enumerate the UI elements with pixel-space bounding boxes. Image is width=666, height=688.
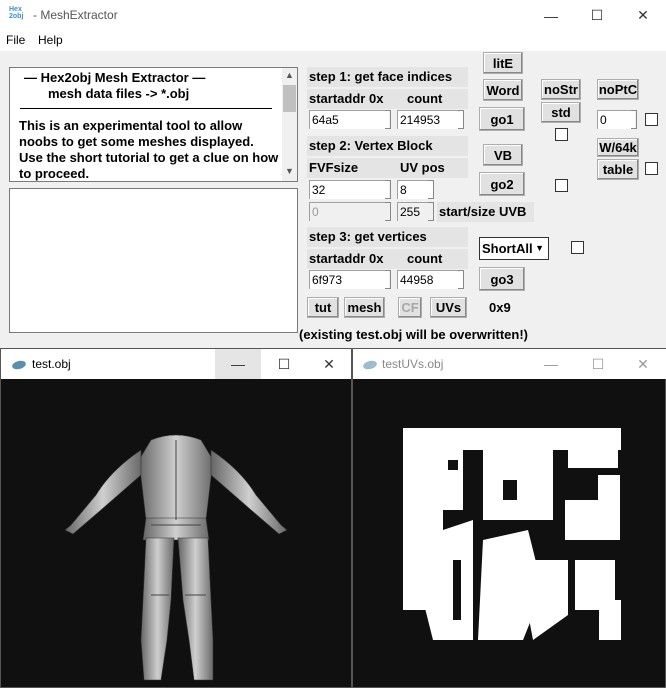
maximize-icon[interactable]: ☐	[574, 0, 620, 31]
minimize-icon[interactable]: —	[528, 349, 574, 379]
std-checkbox[interactable]	[555, 128, 568, 141]
mesh-extractor-window: Hex 2obj - MeshExtractor — ☐ ✕ File Help …	[0, 0, 666, 350]
menu-help[interactable]: Help	[38, 33, 63, 47]
close-icon[interactable]: ✕	[306, 349, 352, 379]
minimize-icon[interactable]: —	[215, 349, 261, 379]
test-uvs-title-bar: testUVs.obj — ☐ ✕	[353, 349, 666, 379]
field-edge	[385, 270, 391, 289]
app-icon	[11, 359, 27, 371]
uv-viewport[interactable]	[353, 380, 666, 688]
field-edge	[428, 202, 434, 221]
field-edge	[428, 180, 434, 199]
uvs-button[interactable]: UVs	[430, 297, 467, 318]
close-icon[interactable]: ✕	[620, 349, 666, 379]
cf-button[interactable]: CF	[398, 297, 422, 318]
table-checkbox[interactable]	[645, 162, 658, 175]
step1-label: step 1: get face indices	[307, 67, 468, 87]
step2-fvf-label: FVFsize UV pos	[307, 158, 468, 178]
table-button[interactable]: table	[597, 159, 639, 180]
nostr-button[interactable]: noStr	[541, 79, 581, 100]
right-checkbox-1[interactable]	[645, 113, 658, 126]
step1-addr-label: startaddr 0x count	[307, 89, 468, 109]
test-obj-window: test.obj — ☐ ✕	[0, 348, 352, 688]
output-textbox[interactable]	[9, 188, 298, 333]
uv-islands	[403, 428, 621, 640]
go2-button[interactable]: go2	[479, 172, 525, 196]
mesh-button[interactable]: mesh	[344, 297, 385, 318]
scroll-down-icon[interactable]: ▼	[285, 166, 294, 176]
std-button[interactable]: std	[541, 102, 581, 123]
test-uvs-window: testUVs.obj — ☐ ✕	[352, 348, 666, 688]
step3-label: step 3: get vertices	[307, 227, 468, 247]
info-subtitle: mesh data files -> *.obj	[48, 86, 190, 101]
window-title: test.obj	[32, 357, 71, 371]
minimize-icon[interactable]: —	[528, 0, 574, 31]
uvb-start-input[interactable]: 0	[309, 202, 389, 221]
field-edge	[458, 110, 464, 129]
info-textbox[interactable]: — Hex2obj Mesh Extractor — mesh data fil…	[9, 67, 298, 182]
field-edge	[631, 110, 637, 129]
field-edge	[385, 180, 391, 199]
overwrite-warning: (existing test.obj will be overwritten!)	[299, 327, 528, 342]
step3-startaddr-input[interactable]: 6f973	[309, 270, 389, 289]
divider	[20, 108, 272, 109]
step1-count-input[interactable]: 214953	[397, 110, 464, 129]
hex-label: 0x9	[489, 300, 511, 315]
word-button[interactable]: Word	[483, 79, 523, 101]
right-value-input[interactable]: 0	[597, 110, 635, 129]
chevron-down-icon: ▼	[535, 243, 544, 253]
scrollbar[interactable]: ▲ ▼	[282, 68, 297, 181]
vb-button[interactable]: VB	[483, 144, 523, 166]
app-icon	[362, 359, 378, 371]
scroll-up-icon[interactable]: ▲	[285, 70, 294, 80]
window-title: testUVs.obj	[382, 357, 444, 371]
step1-startaddr-input[interactable]: 64a5	[309, 110, 389, 129]
go1-button[interactable]: go1	[479, 107, 525, 131]
step3-count-input[interactable]: 44958	[397, 270, 464, 289]
info-title: — Hex2obj Mesh Extractor —	[24, 70, 206, 85]
w64k-button[interactable]: W/64k	[597, 138, 639, 157]
field-edge	[458, 270, 464, 289]
shortall-checkbox[interactable]	[571, 241, 584, 254]
step2-label: step 2: Vertex Block	[307, 136, 468, 156]
maximize-icon[interactable]: ☐	[575, 349, 621, 379]
title-bar: Hex 2obj - MeshExtractor — ☐ ✕	[0, 0, 666, 31]
fvfsize-input[interactable]: 32	[309, 180, 389, 199]
start-size-uvb-label: start/size UVB	[437, 202, 534, 222]
window-title: - MeshExtractor	[33, 8, 118, 22]
lite-button[interactable]: litE	[483, 52, 523, 74]
go3-button[interactable]: go3	[479, 267, 525, 291]
close-icon[interactable]: ✕	[620, 0, 666, 31]
app-icon: Hex 2obj	[9, 6, 24, 20]
shortall-dropdown[interactable]: ShortAll ▼	[479, 237, 549, 260]
tut-button[interactable]: tut	[307, 297, 339, 318]
scroll-thumb[interactable]	[283, 85, 296, 112]
test-obj-title-bar: test.obj — ☐ ✕	[1, 349, 351, 379]
field-edge	[385, 110, 391, 129]
maximize-icon[interactable]: ☐	[261, 349, 307, 379]
info-description: This is an experimental tool to allow no…	[19, 118, 279, 181]
noptc-button[interactable]: noPtC	[597, 79, 639, 100]
step3-addr-label: startaddr 0x count	[307, 249, 468, 269]
field-edge	[385, 202, 391, 221]
mesh-viewport[interactable]	[1, 380, 351, 688]
menu-file[interactable]: File	[6, 33, 25, 47]
menu-bar: File Help	[0, 31, 666, 51]
go2-checkbox[interactable]	[555, 179, 568, 192]
